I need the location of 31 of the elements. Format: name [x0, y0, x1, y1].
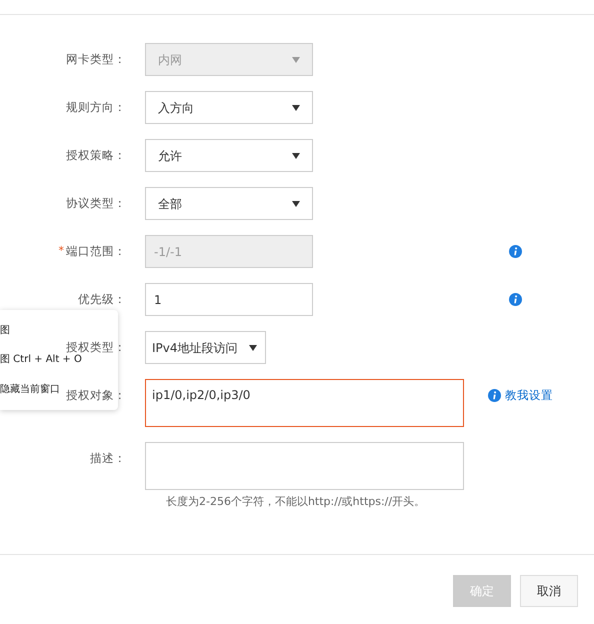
input-field[interactable]: 1	[145, 283, 313, 316]
text-area[interactable]	[145, 442, 464, 490]
info-icon	[509, 245, 522, 258]
help-link[interactable]: 教我设置	[488, 387, 553, 404]
field-label: 描述：	[90, 450, 126, 467]
caret-icon	[249, 344, 257, 350]
field-label: 授权对象：	[66, 386, 126, 404]
caret-icon	[292, 104, 300, 110]
caret-icon	[292, 200, 300, 206]
required-mark: *	[58, 243, 64, 260]
menu-item[interactable]: 图 Ctrl + Alt + O	[0, 352, 82, 368]
menu-item[interactable]: 隐藏当前窗口	[0, 382, 60, 397]
caret-icon	[292, 152, 300, 158]
text-area[interactable]: ip1/0,ip2/0,ip3/0	[145, 379, 464, 427]
field-label: 网卡类型：	[66, 50, 126, 68]
menu-item[interactable]: 图	[0, 323, 10, 338]
select-field[interactable]: 全部	[145, 187, 313, 220]
caret-icon	[292, 56, 300, 62]
select-field[interactable]: 入方向	[145, 91, 313, 124]
field-label: 规则方向：	[66, 98, 126, 116]
field-label: 端口范围：	[66, 242, 126, 260]
field-label: 授权类型：	[66, 338, 126, 354]
select-field[interactable]: IPv4地址段访问	[145, 331, 266, 364]
hint-text: 长度为2-256个字符，不能以http://或https://开头。	[166, 494, 426, 510]
field-label: 优先级：	[78, 290, 126, 308]
field-label: 授权策略：	[66, 146, 126, 164]
info-icon	[509, 293, 522, 306]
field-label: 协议类型：	[66, 194, 126, 212]
select-field[interactable]: 允许	[145, 139, 313, 172]
cancel-button[interactable]: 取消	[520, 575, 578, 607]
info-icon	[488, 389, 501, 402]
